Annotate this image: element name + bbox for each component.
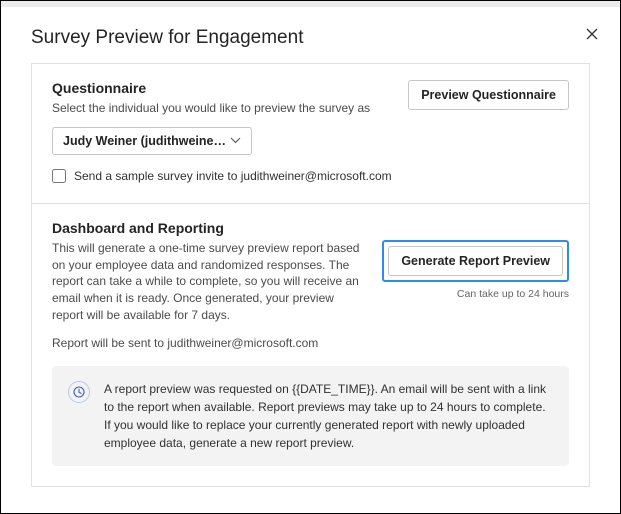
sample-invite-checkbox-row[interactable]: Send a sample survey invite to judithwei… — [52, 169, 569, 183]
clock-icon — [68, 381, 90, 403]
info-message-box: A report preview was requested on {{DATE… — [52, 366, 569, 466]
dashboard-description: This will generate a one-time survey pre… — [52, 240, 366, 324]
sample-invite-label: Send a sample survey invite to judithwei… — [74, 169, 392, 183]
chevron-down-icon — [230, 137, 241, 144]
report-sent-to: Report will be sent to judithweiner@micr… — [52, 336, 366, 350]
close-icon — [586, 27, 598, 44]
generate-report-preview-button[interactable]: Generate Report Preview — [388, 246, 563, 276]
person-dropdown-value: Judy Weiner (judithweiner… — [63, 134, 230, 148]
dashboard-section: Dashboard and Reporting This will genera… — [32, 204, 589, 486]
preview-questionnaire-button[interactable]: Preview Questionnaire — [408, 80, 569, 110]
close-button[interactable] — [584, 25, 600, 47]
dialog-title: Survey Preview for Engagement — [1, 7, 620, 63]
sample-invite-checkbox[interactable] — [52, 169, 66, 183]
person-dropdown[interactable]: Judy Weiner (judithweiner… — [52, 127, 252, 155]
timing-note: Can take up to 24 hours — [457, 288, 569, 300]
dashboard-title: Dashboard and Reporting — [52, 220, 569, 236]
questionnaire-section: Questionnaire Select the individual you … — [32, 64, 589, 204]
questionnaire-subtitle: Select the individual you would like to … — [52, 100, 392, 117]
info-message-text: A report preview was requested on {{DATE… — [104, 380, 553, 452]
generate-button-highlight: Generate Report Preview — [382, 240, 569, 282]
questionnaire-title: Questionnaire — [52, 80, 392, 96]
